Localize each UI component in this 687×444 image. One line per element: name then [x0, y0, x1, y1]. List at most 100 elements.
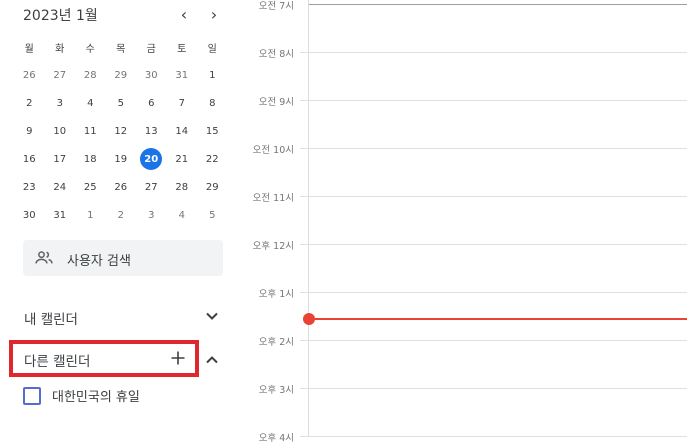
- day-cell[interactable]: 6: [136, 89, 167, 117]
- people-icon: [35, 251, 53, 264]
- add-calendar-icon[interactable]: [170, 350, 186, 366]
- day-number: 4: [87, 97, 94, 109]
- day-number: 1: [87, 209, 94, 221]
- day-number: 20: [140, 148, 163, 170]
- day-number: 27: [144, 181, 158, 193]
- day-cell[interactable]: 2: [106, 201, 137, 229]
- search-people-box[interactable]: 사용자 검색: [23, 240, 223, 276]
- hour-label: 오후 3시: [258, 385, 294, 396]
- day-cell[interactable]: 22: [197, 145, 228, 173]
- hour-label: 오전 7시: [258, 1, 294, 12]
- day-cell[interactable]: 25: [75, 173, 106, 201]
- sidebar: 2023년 1월 ‹ › 월 화 수 목 금 토 일 26 27 28 29 30 31 1 2 3 4 5 6 7 8…: [0, 0, 240, 437]
- day-number: 10: [53, 125, 67, 137]
- day-cell[interactable]: 5: [106, 89, 137, 117]
- day-number: 29: [114, 69, 128, 81]
- hour-label: 오전 11시: [252, 193, 294, 204]
- day-cell[interactable]: 13: [136, 117, 167, 145]
- hour-gridline: [300, 100, 687, 101]
- weekday-label: 금: [146, 43, 156, 55]
- day-cell[interactable]: 8: [197, 89, 228, 117]
- day-number: 22: [205, 153, 219, 165]
- day-cell[interactable]: 5: [197, 201, 228, 229]
- day-cell[interactable]: 21: [167, 145, 198, 173]
- day-cell[interactable]: 9: [14, 117, 45, 145]
- hour-label: 오후 2시: [258, 337, 294, 348]
- day-number: 11: [83, 125, 97, 137]
- timeline-divider: [308, 0, 309, 437]
- day-cell[interactable]: 28: [167, 173, 198, 201]
- day-cell[interactable]: 17: [45, 145, 76, 173]
- other-calendars-title[interactable]: 다른 캘린더: [24, 350, 90, 370]
- day-number: 1: [209, 69, 216, 81]
- my-calendars-title[interactable]: 내 캘린더: [24, 308, 78, 328]
- weekday-label: 월: [24, 43, 34, 55]
- hour-gridline: [300, 244, 687, 245]
- hour-gridline: [300, 388, 687, 389]
- day-cell[interactable]: 1: [75, 201, 106, 229]
- hour-label: 오후 4시: [258, 433, 294, 444]
- day-cell[interactable]: 26: [106, 173, 137, 201]
- day-cell[interactable]: 2: [14, 89, 45, 117]
- day-cell[interactable]: 15: [197, 117, 228, 145]
- day-cell[interactable]: 27: [136, 173, 167, 201]
- day-cell[interactable]: 16: [14, 145, 45, 173]
- weekday-label: 일: [207, 43, 217, 55]
- weekday-header-row: 월화수목금토일: [14, 33, 228, 61]
- timeline-top-border: [308, 4, 687, 5]
- day-cell[interactable]: 3: [136, 201, 167, 229]
- weekday-label: 수: [85, 43, 95, 55]
- day-number: 26: [22, 69, 36, 81]
- day-cell[interactable]: 18: [75, 145, 106, 173]
- day-number: 2: [117, 209, 124, 221]
- hour-gridline: [300, 292, 687, 293]
- day-cell[interactable]: 26: [14, 61, 45, 89]
- day-cell[interactable]: 27: [45, 61, 76, 89]
- day-cell[interactable]: 28: [75, 61, 106, 89]
- holiday-calendar-label[interactable]: 대한민국의 휴일: [52, 386, 140, 405]
- day-number: 24: [53, 181, 67, 193]
- hour-label: 오후 1시: [258, 289, 294, 300]
- chevron-right-icon[interactable]: ›: [205, 5, 223, 25]
- day-cell[interactable]: 29: [106, 61, 137, 89]
- day-cell[interactable]: 7: [167, 89, 198, 117]
- chevron-up-icon[interactable]: [204, 352, 220, 368]
- hour-label: 오후 12시: [252, 241, 294, 252]
- day-number: 16: [22, 153, 36, 165]
- week-row: 9 10 11 12 13 14 15: [14, 117, 228, 145]
- week-row: 16 17 18 19 20 21 22: [14, 145, 228, 173]
- day-number: 9: [26, 125, 33, 137]
- day-cell[interactable]: 12: [106, 117, 137, 145]
- week-row: 2 3 4 5 6 7 8: [14, 89, 228, 117]
- day-cell[interactable]: 10: [45, 117, 76, 145]
- holiday-calendar-checkbox[interactable]: [23, 387, 41, 405]
- day-number: 7: [178, 97, 185, 109]
- day-timeline: 오전 7시 오전 8시 오전 9시 오전 10시 오전 11시 오후 12시 오후 1시 오후…: [240, 0, 687, 444]
- day-number: 12: [114, 125, 128, 137]
- day-cell[interactable]: 30: [14, 201, 45, 229]
- day-cell[interactable]: 23: [14, 173, 45, 201]
- week-row: 26 27 28 29 30 31 1: [14, 61, 228, 89]
- day-cell[interactable]: 14: [167, 117, 198, 145]
- chevron-down-icon[interactable]: [204, 308, 220, 324]
- hour-gridline: [300, 196, 687, 197]
- week-row: 30 31 1 2 3 4 5: [14, 201, 228, 229]
- day-cell[interactable]: 11: [75, 117, 106, 145]
- day-number: 21: [175, 153, 189, 165]
- day-cell[interactable]: 29: [197, 173, 228, 201]
- day-number: 5: [209, 209, 216, 221]
- day-cell[interactable]: 4: [167, 201, 198, 229]
- day-cell-today[interactable]: 20: [136, 145, 167, 173]
- day-cell[interactable]: 31: [167, 61, 198, 89]
- day-cell[interactable]: 31: [45, 201, 76, 229]
- day-cell[interactable]: 4: [75, 89, 106, 117]
- weekday-label: 목: [116, 43, 126, 55]
- day-cell[interactable]: 30: [136, 61, 167, 89]
- day-number: 28: [175, 181, 189, 193]
- day-cell[interactable]: 3: [45, 89, 76, 117]
- day-cell[interactable]: 19: [106, 145, 137, 173]
- day-cell[interactable]: 24: [45, 173, 76, 201]
- day-cell[interactable]: 1: [197, 61, 228, 89]
- day-number: 19: [114, 153, 128, 165]
- chevron-left-icon[interactable]: ‹: [175, 5, 193, 25]
